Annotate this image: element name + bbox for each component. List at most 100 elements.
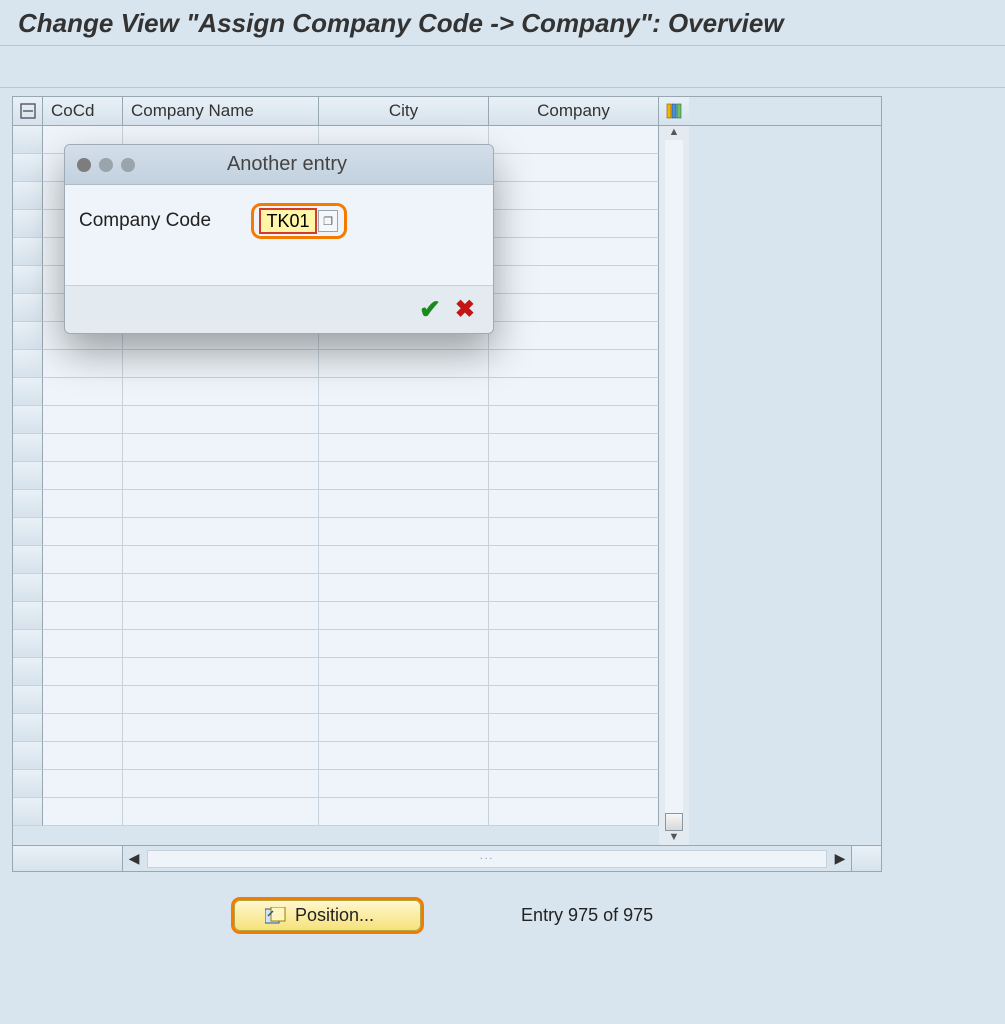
table-cell[interactable] <box>319 378 489 406</box>
row-selector[interactable] <box>13 630 43 658</box>
table-cell[interactable] <box>123 490 319 518</box>
table-cell[interactable] <box>489 210 659 238</box>
select-all-header[interactable] <box>13 97 43 125</box>
table-cell[interactable] <box>123 658 319 686</box>
table-cell[interactable] <box>319 686 489 714</box>
scroll-down-icon[interactable]: ▼ <box>665 831 683 845</box>
table-cell[interactable] <box>319 350 489 378</box>
vertical-scrollbar[interactable]: ▲▼ <box>659 126 689 845</box>
table-cell[interactable] <box>123 602 319 630</box>
table-cell[interactable] <box>319 462 489 490</box>
scroll-up-icon[interactable]: ▲ <box>665 126 683 140</box>
table-cell[interactable] <box>43 770 123 798</box>
table-cell[interactable] <box>489 294 659 322</box>
table-cell[interactable] <box>43 798 123 826</box>
table-cell[interactable] <box>319 602 489 630</box>
row-selector[interactable] <box>13 490 43 518</box>
col-header-company[interactable]: Company <box>489 97 659 125</box>
table-cell[interactable] <box>489 266 659 294</box>
table-cell[interactable] <box>489 378 659 406</box>
table-cell[interactable] <box>43 462 123 490</box>
row-selector[interactable] <box>13 378 43 406</box>
table-cell[interactable] <box>123 714 319 742</box>
table-cell[interactable] <box>123 518 319 546</box>
row-selector[interactable] <box>13 546 43 574</box>
table-cell[interactable] <box>489 574 659 602</box>
dialog-cancel-button[interactable]: ✖ <box>455 295 475 324</box>
table-cell[interactable] <box>43 714 123 742</box>
table-cell[interactable] <box>489 602 659 630</box>
table-cell[interactable] <box>489 154 659 182</box>
row-selector[interactable] <box>13 434 43 462</box>
vscroll-thumb[interactable] <box>665 813 683 831</box>
row-selector[interactable] <box>13 686 43 714</box>
table-cell[interactable] <box>43 546 123 574</box>
row-selector[interactable] <box>13 210 43 238</box>
row-selector[interactable] <box>13 798 43 826</box>
table-cell[interactable] <box>489 406 659 434</box>
table-cell[interactable] <box>319 714 489 742</box>
row-selector[interactable] <box>13 742 43 770</box>
table-cell[interactable] <box>43 434 123 462</box>
table-cell[interactable] <box>489 126 659 154</box>
dialog-zoom-dot[interactable] <box>121 158 135 172</box>
table-cell[interactable] <box>43 490 123 518</box>
table-cell[interactable] <box>43 602 123 630</box>
table-cell[interactable] <box>489 630 659 658</box>
table-cell[interactable] <box>319 770 489 798</box>
row-selector[interactable] <box>13 126 43 154</box>
row-selector[interactable] <box>13 714 43 742</box>
table-cell[interactable] <box>123 742 319 770</box>
row-selector[interactable] <box>13 322 43 350</box>
col-header-cocd[interactable]: CoCd <box>43 97 123 125</box>
table-cell[interactable] <box>319 742 489 770</box>
table-cell[interactable] <box>43 686 123 714</box>
table-cell[interactable] <box>123 798 319 826</box>
table-cell[interactable] <box>489 462 659 490</box>
row-selector[interactable] <box>13 294 43 322</box>
table-cell[interactable] <box>123 350 319 378</box>
table-cell[interactable] <box>489 490 659 518</box>
col-header-company-name[interactable]: Company Name <box>123 97 319 125</box>
table-cell[interactable] <box>43 518 123 546</box>
table-cell[interactable] <box>123 434 319 462</box>
hscroll-left-icon[interactable]: ◀ <box>123 850 145 867</box>
row-selector[interactable] <box>13 266 43 294</box>
row-selector[interactable] <box>13 238 43 266</box>
table-cell[interactable] <box>489 658 659 686</box>
table-cell[interactable] <box>319 406 489 434</box>
row-selector[interactable] <box>13 154 43 182</box>
table-cell[interactable] <box>319 546 489 574</box>
dialog-titlebar[interactable]: Another entry <box>65 145 493 185</box>
dialog-minimize-dot[interactable] <box>99 158 113 172</box>
table-cell[interactable] <box>319 658 489 686</box>
table-cell[interactable] <box>43 406 123 434</box>
table-cell[interactable] <box>489 686 659 714</box>
table-cell[interactable] <box>319 798 489 826</box>
table-cell[interactable] <box>43 350 123 378</box>
table-cell[interactable] <box>123 546 319 574</box>
table-cell[interactable] <box>123 630 319 658</box>
table-cell[interactable] <box>489 322 659 350</box>
table-cell[interactable] <box>489 714 659 742</box>
row-selector[interactable] <box>13 182 43 210</box>
row-selector[interactable] <box>13 406 43 434</box>
table-cell[interactable] <box>123 574 319 602</box>
table-cell[interactable] <box>489 798 659 826</box>
table-cell[interactable] <box>43 378 123 406</box>
col-header-city[interactable]: City <box>319 97 489 125</box>
table-cell[interactable] <box>319 574 489 602</box>
table-cell[interactable] <box>489 182 659 210</box>
table-cell[interactable] <box>489 770 659 798</box>
table-cell[interactable] <box>123 406 319 434</box>
company-code-input[interactable] <box>260 209 316 233</box>
table-cell[interactable] <box>319 630 489 658</box>
hscroll-track[interactable]: ∙∙∙ <box>147 850 827 868</box>
row-selector[interactable] <box>13 770 43 798</box>
table-cell[interactable] <box>43 574 123 602</box>
table-cell[interactable] <box>489 518 659 546</box>
horizontal-scrollbar[interactable]: ◀ ∙∙∙ ▶ <box>12 846 882 872</box>
row-selector[interactable] <box>13 602 43 630</box>
table-cell[interactable] <box>319 518 489 546</box>
value-help-button[interactable]: ❐ <box>318 210 338 232</box>
